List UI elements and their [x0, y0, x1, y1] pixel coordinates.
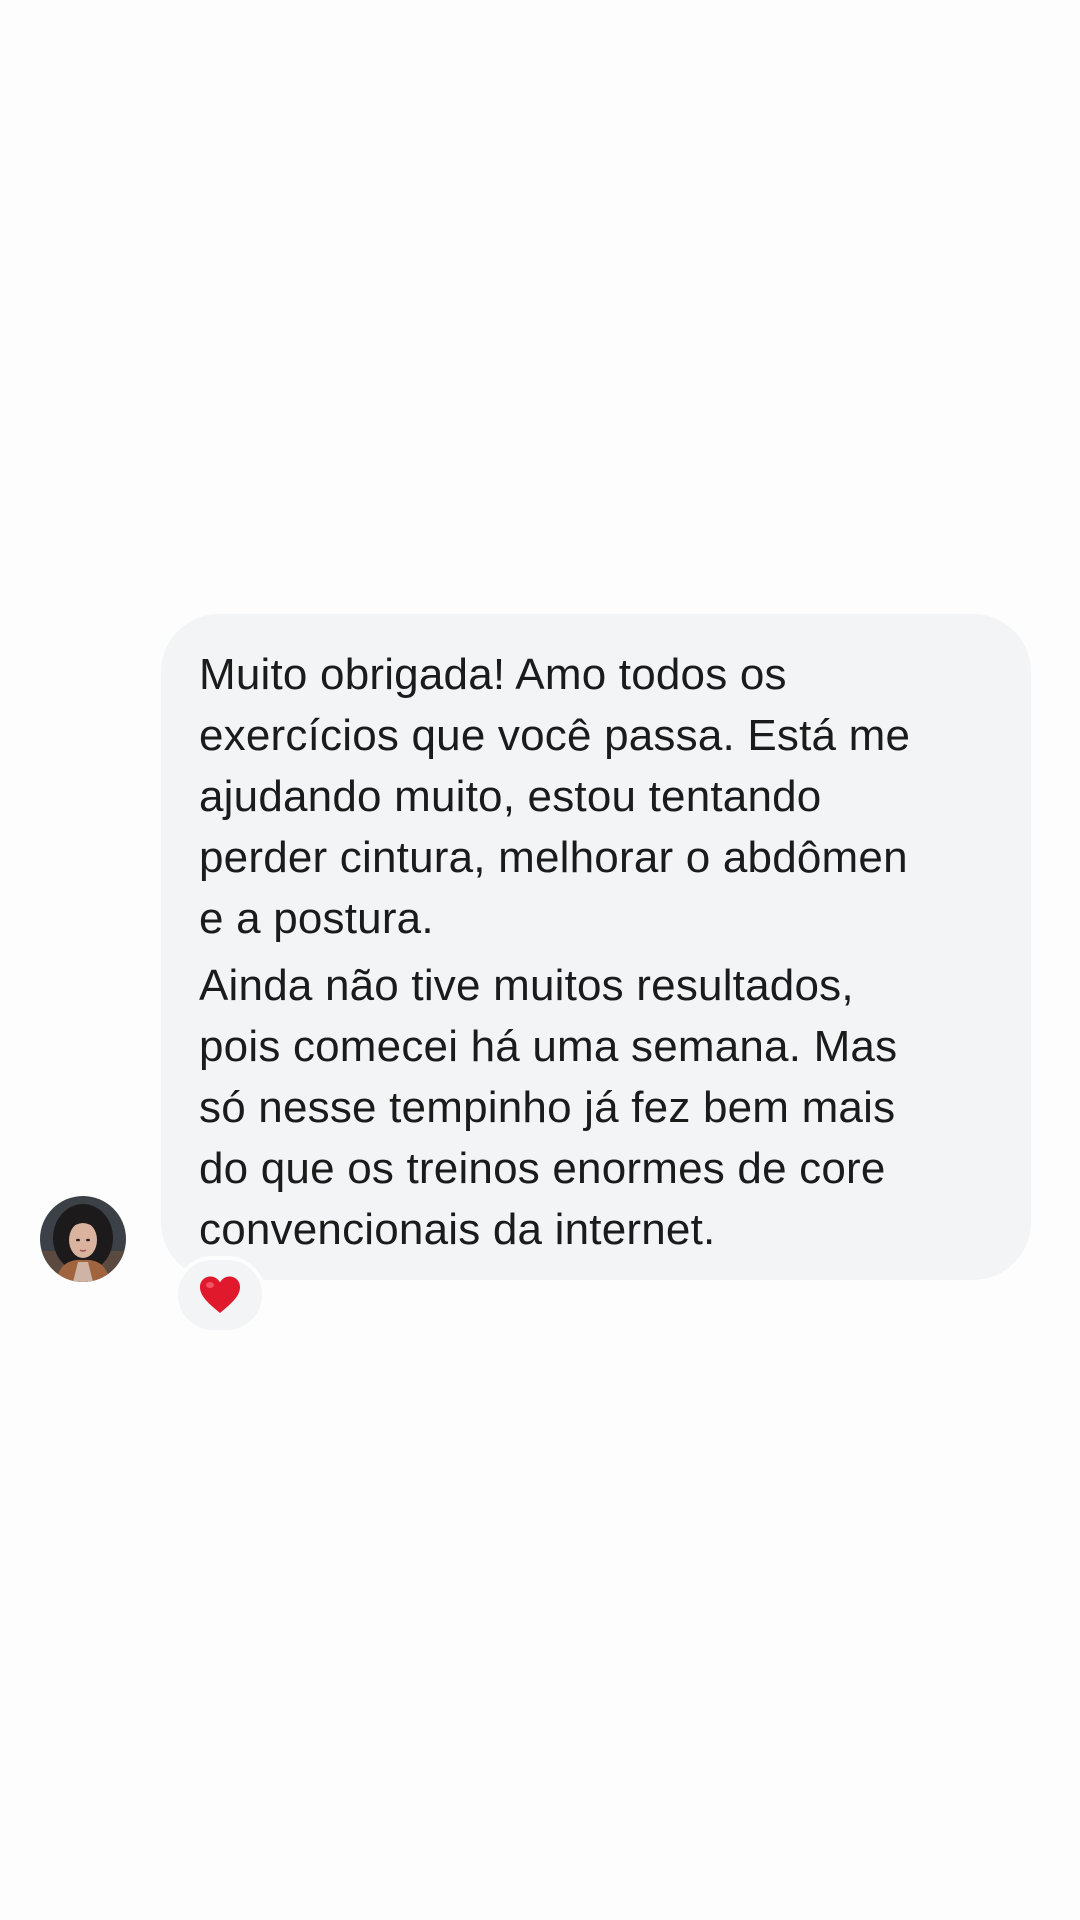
heart-icon: [200, 1276, 240, 1313]
message-row: Muito obrigada! Amo todos os exercícios …: [0, 0, 1080, 1920]
message-paragraph: Ainda não tive muitos resultados, pois c…: [199, 961, 898, 1254]
sender-avatar[interactable]: [40, 1196, 126, 1282]
message-paragraph: Muito obrigada! Amo todos os exercícios …: [199, 650, 911, 943]
reaction-badge[interactable]: [174, 1256, 266, 1334]
avatar-icon: [40, 1196, 126, 1282]
message-bubble[interactable]: Muito obrigada! Amo todos os exercícios …: [161, 614, 1031, 1280]
